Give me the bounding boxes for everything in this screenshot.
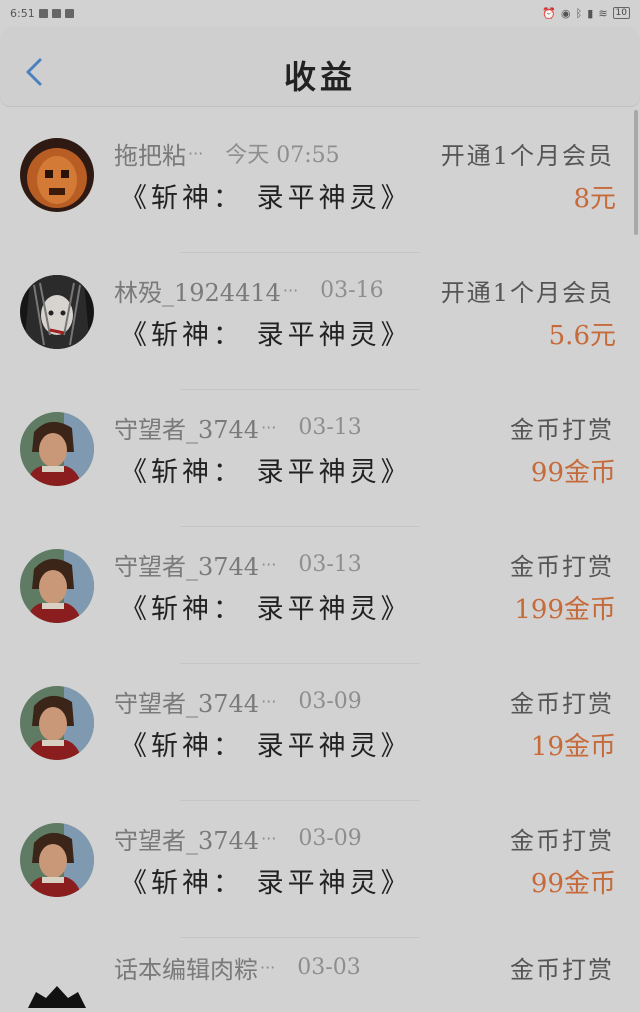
row-header: 林殁_1924414 ··· 03-16 开通1个月会员 (114, 273, 614, 307)
row-header: 守望者_3744 ··· 03-09 金币打赏 (114, 821, 614, 855)
action-label: 金币打赏 (510, 689, 614, 718)
amount: 19金币 (530, 732, 616, 762)
timestamp: 03-13 (298, 551, 362, 577)
avatar-image (20, 138, 94, 212)
ellipsis: ··· (261, 691, 277, 711)
action-label: 金币打赏 (510, 415, 614, 444)
alarm-icon: ⏰ (542, 6, 557, 20)
avatar (20, 412, 94, 486)
action-label: 开通1个月会员 (440, 141, 614, 170)
timestamp: 03-09 (298, 825, 362, 851)
status-time: 6:51 (10, 6, 35, 20)
status-bar: 6:51 ⏰ ◉ ᛒ ▮ ≋ 10 (0, 0, 640, 26)
avatar (20, 275, 94, 349)
eye-icon: ◉ (561, 6, 571, 20)
book-title: 《斩神： 录平神灵》 (120, 183, 412, 214)
ellipsis: ··· (261, 417, 277, 437)
earnings-list: 拖把粘 ··· 今天 07:55 开通1个月会员 《斩神： 录平神灵》 8元 林… (0, 116, 640, 1008)
action-label: 金币打赏 (510, 955, 614, 984)
page-title: 收益 (283, 58, 356, 96)
list-item[interactable]: 守望者_3744 ··· 03-09 金币打赏 《斩神： 录平神灵》 99金币 (0, 801, 640, 938)
timestamp: 今天 07:55 (225, 143, 340, 168)
username: 话本编辑肉粽 (114, 955, 258, 984)
amount: 5.6元 (548, 321, 616, 351)
list-item[interactable]: 拖把粘 ··· 今天 07:55 开通1个月会员 《斩神： 录平神灵》 8元 (0, 116, 640, 253)
book-title: 《斩神： 录平神灵》 (120, 320, 412, 351)
avatar (20, 823, 94, 897)
amount: 99金币 (530, 458, 616, 488)
list-item[interactable]: 林殁_1924414 ··· 03-16 开通1个月会员 《斩神： 录平神灵》 … (0, 253, 640, 390)
timestamp: 03-16 (320, 277, 384, 303)
status-right: ⏰ ◉ ᛒ ▮ ≋ 10 (542, 7, 630, 20)
amount: 99金币 (530, 869, 616, 899)
username: 守望者_3744 (114, 552, 260, 581)
bluetooth-icon: ᛒ (575, 6, 583, 20)
timestamp: 03-13 (298, 414, 362, 440)
status-left: 6:51 (10, 7, 74, 20)
notification-icon (38, 8, 48, 18)
action-label: 开通1个月会员 (440, 278, 614, 307)
avatar (22, 968, 92, 1008)
list-item[interactable]: 话本编辑肉粽 ··· 03-03 金币打赏 (0, 938, 640, 1008)
book-title: 《斩神： 录平神灵》 (120, 731, 412, 762)
username: 守望者_3744 (114, 415, 260, 444)
book-title: 《斩神： 录平神灵》 (120, 457, 412, 488)
notification-icon (64, 8, 74, 18)
action-label: 金币打赏 (510, 552, 614, 581)
avatar-image (20, 549, 94, 623)
amount: 199金币 (514, 595, 616, 625)
wifi-icon: ≋ (598, 6, 608, 20)
row-header: 守望者_3744 ··· 03-13 金币打赏 (114, 547, 614, 581)
ellipsis: ··· (261, 828, 277, 848)
battery-icon: 10 (612, 7, 630, 19)
notification-icon (51, 8, 61, 18)
avatar (20, 138, 94, 212)
action-label: 金币打赏 (510, 826, 614, 855)
amount: 8元 (573, 184, 616, 214)
ellipsis: ··· (282, 280, 299, 300)
book-title: 《斩神： 录平神灵》 (120, 594, 412, 625)
avatar-image (20, 275, 94, 349)
timestamp: 03-03 (297, 954, 361, 980)
avatar-image (20, 686, 94, 760)
username: 林殁_1924414 (114, 278, 281, 307)
username: 守望者_3744 (114, 826, 260, 855)
row-header: 话本编辑肉粽 ··· 03-03 金币打赏 (114, 950, 614, 984)
row-header: 守望者_3744 ··· 03-13 金币打赏 (114, 410, 614, 444)
ellipsis: ··· (261, 554, 277, 574)
list-item[interactable]: 守望者_3744 ··· 03-09 金币打赏 《斩神： 录平神灵》 19金币 (0, 664, 640, 801)
list-item[interactable]: 守望者_3744 ··· 03-13 金币打赏 《斩神： 录平神灵》 199金币 (0, 527, 640, 664)
signal-icon: ▮ (587, 6, 594, 20)
list-item[interactable]: 守望者_3744 ··· 03-13 金币打赏 《斩神： 录平神灵》 99金币 (0, 390, 640, 527)
avatar (20, 549, 94, 623)
nav-header: 收益 (0, 26, 640, 106)
book-title: 《斩神： 录平神灵》 (120, 868, 412, 899)
ellipsis: ··· (188, 143, 204, 163)
timestamp: 03-09 (298, 688, 362, 714)
username: 拖把粘 (114, 141, 186, 170)
avatar (20, 686, 94, 760)
row-header: 拖把粘 ··· 今天 07:55 开通1个月会员 (114, 136, 614, 170)
avatar-image (20, 412, 94, 486)
avatar-image (28, 986, 86, 1008)
avatar-image (20, 823, 94, 897)
row-header: 守望者_3744 ··· 03-09 金币打赏 (114, 684, 614, 718)
username: 守望者_3744 (114, 689, 260, 718)
